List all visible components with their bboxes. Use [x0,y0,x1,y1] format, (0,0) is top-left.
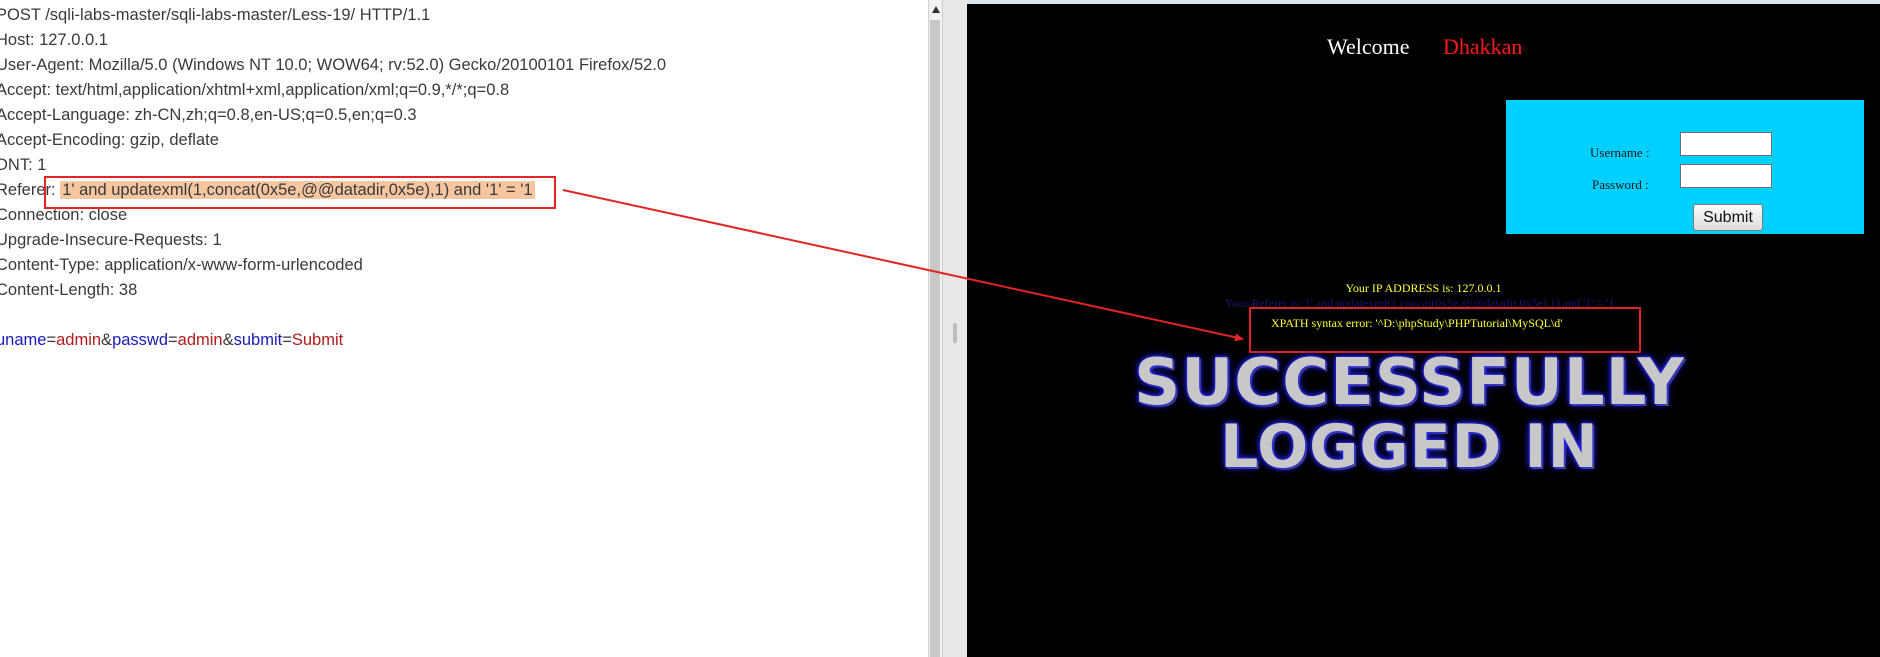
welcome-text: Welcome [1327,34,1410,59]
request-body: uname=admin&passwd=admin&submit=Submit [0,331,343,350]
username-input[interactable] [1680,132,1772,156]
param-value: admin [177,331,223,349]
header-upgrade-insecure: Upgrade-Insecure-Requests: 1 [0,231,222,249]
success-banner-line-1: SUCCESSFULLY [1134,346,1685,420]
xpath-error-text: XPATH syntax error: '^D:\phpStudy\PHPTut… [1271,316,1563,330]
scroll-up-arrow-icon[interactable] [932,6,940,13]
welcome-name: Dhakkan [1443,34,1523,59]
header-accept-encoding: Accept-Encoding: gzip, deflate [0,131,219,149]
param-name: submit [233,331,283,349]
submit-button[interactable]: Submit [1693,204,1763,231]
ampersand: & [101,331,113,349]
header-content-type: Content-Type: application/x-www-form-url… [0,256,363,274]
response-render: Welcome Dhakkan Username : Password : Su… [967,4,1880,657]
request-editor[interactable]: POST /sqli-labs-master/sqli-labs-master/… [0,0,928,657]
login-form: Username : Password : Submit [1506,100,1864,234]
splitter-grip-icon[interactable] [953,323,957,343]
equals-sign: = [282,331,292,349]
header-dnt: DNT: 1 [0,156,47,174]
header-host: Host: 127.0.0.1 [0,31,108,49]
param-name: passwd [112,331,169,349]
request-line: POST /sqli-labs-master/sqli-labs-master/… [0,6,431,24]
password-input[interactable] [1680,164,1772,188]
equals-sign: = [46,331,57,349]
header-accept: Accept: text/html,application/xhtml+xml,… [0,81,510,99]
header-user-agent: User-Agent: Mozilla/5.0 (Windows NT 10.0… [0,56,667,74]
ampersand: & [222,331,234,349]
param-value: Submit [291,331,344,349]
header-accept-language: Accept-Language: zh-CN,zh;q=0.8,en-US;q=… [0,106,417,124]
referer-annotation-box [44,176,556,209]
header-content-length: Content-Length: 38 [0,281,138,299]
success-banner-line-2: LOGGED IN [1220,412,1599,482]
ip-address-text: Your IP ADDRESS is: 127.0.0.1 [1345,281,1502,295]
scrollbar-thumb[interactable] [930,20,940,657]
param-value: admin [56,331,102,349]
param-name: uname [0,331,47,349]
password-label: Password : [1592,177,1649,192]
username-label: Username : [1590,145,1650,160]
equals-sign: = [168,331,178,349]
